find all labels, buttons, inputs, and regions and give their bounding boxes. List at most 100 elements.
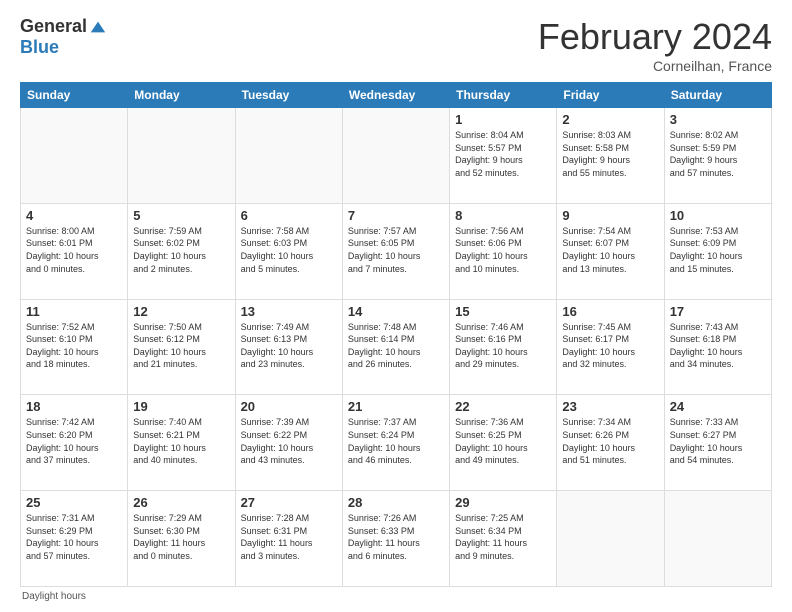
day-number: 13	[241, 304, 337, 319]
location: Corneilhan, France	[538, 58, 772, 74]
calendar-cell: 11 Sunrise: 7:52 AM Sunset: 6:10 PM Dayli…	[21, 299, 128, 395]
day-info: Sunrise: 7:26 AM Sunset: 6:33 PM Dayligh…	[348, 512, 444, 562]
calendar-cell: 14 Sunrise: 7:48 AM Sunset: 6:14 PM Dayli…	[342, 299, 449, 395]
calendar-cell: 22 Sunrise: 7:36 AM Sunset: 6:25 PM Dayli…	[450, 395, 557, 491]
calendar-header-row: SundayMondayTuesdayWednesdayThursdayFrid…	[21, 83, 772, 108]
calendar-cell: 15 Sunrise: 7:46 AM Sunset: 6:16 PM Dayli…	[450, 299, 557, 395]
calendar-week-row: 4Sunrise: 8:00 AM Sunset: 6:01 PM Daylig…	[21, 203, 772, 299]
day-info: Sunrise: 7:43 AM Sunset: 6:18 PM Dayligh…	[670, 321, 766, 371]
day-info: Sunrise: 7:25 AM Sunset: 6:34 PM Dayligh…	[455, 512, 551, 562]
header: General Blue February 2024 Corneilhan, F…	[20, 16, 772, 74]
day-info: Sunrise: 7:59 AM Sunset: 6:02 PM Dayligh…	[133, 225, 229, 275]
day-number: 29	[455, 495, 551, 510]
calendar-cell	[557, 491, 664, 587]
day-number: 1	[455, 112, 551, 127]
calendar-cell	[235, 108, 342, 204]
day-info: Sunrise: 7:49 AM Sunset: 6:13 PM Dayligh…	[241, 321, 337, 371]
calendar-cell: 27 Sunrise: 7:28 AM Sunset: 6:31 PM Dayli…	[235, 491, 342, 587]
day-number: 27	[241, 495, 337, 510]
calendar-day-header: Monday	[128, 83, 235, 108]
page: General Blue February 2024 Corneilhan, F…	[0, 0, 792, 612]
calendar-cell: 8 Sunrise: 7:56 AM Sunset: 6:06 PM Daylig…	[450, 203, 557, 299]
day-number: 3	[670, 112, 766, 127]
calendar-cell: 3Sunrise: 8:02 AM Sunset: 5:59 PM Daylig…	[664, 108, 771, 204]
calendar-cell: 12 Sunrise: 7:50 AM Sunset: 6:12 PM Dayli…	[128, 299, 235, 395]
calendar-cell: 18 Sunrise: 7:42 AM Sunset: 6:20 PM Dayli…	[21, 395, 128, 491]
calendar-cell: 4Sunrise: 8:00 AM Sunset: 6:01 PM Daylig…	[21, 203, 128, 299]
day-number: 22	[455, 399, 551, 414]
day-number: 19	[133, 399, 229, 414]
day-number: 21	[348, 399, 444, 414]
day-number: 16	[562, 304, 658, 319]
logo-general-text: General	[20, 16, 87, 37]
day-info: Sunrise: 7:52 AM Sunset: 6:10 PM Dayligh…	[26, 321, 122, 371]
day-number: 18	[26, 399, 122, 414]
calendar-cell: 20Sunrise: 7:39 AM Sunset: 6:22 PM Dayli…	[235, 395, 342, 491]
calendar-cell: 21 Sunrise: 7:37 AM Sunset: 6:24 PM Dayli…	[342, 395, 449, 491]
calendar-cell	[342, 108, 449, 204]
calendar-cell: 2 Sunrise: 8:03 AM Sunset: 5:58 PM Daylig…	[557, 108, 664, 204]
calendar-day-header: Thursday	[450, 83, 557, 108]
day-info: Sunrise: 7:37 AM Sunset: 6:24 PM Dayligh…	[348, 416, 444, 466]
day-info: Sunrise: 8:03 AM Sunset: 5:58 PM Dayligh…	[562, 129, 658, 179]
day-info: Sunrise: 7:50 AM Sunset: 6:12 PM Dayligh…	[133, 321, 229, 371]
header-right: February 2024 Corneilhan, France	[538, 16, 772, 74]
day-number: 8	[455, 208, 551, 223]
day-info: Sunrise: 7:58 AM Sunset: 6:03 PM Dayligh…	[241, 225, 337, 275]
calendar-cell: 26 Sunrise: 7:29 AM Sunset: 6:30 PM Dayli…	[128, 491, 235, 587]
calendar-cell: 23 Sunrise: 7:34 AM Sunset: 6:26 PM Dayli…	[557, 395, 664, 491]
day-number: 6	[241, 208, 337, 223]
calendar-cell: 10Sunrise: 7:53 AM Sunset: 6:09 PM Dayli…	[664, 203, 771, 299]
calendar-week-row: 11 Sunrise: 7:52 AM Sunset: 6:10 PM Dayli…	[21, 299, 772, 395]
day-info: Sunrise: 7:34 AM Sunset: 6:26 PM Dayligh…	[562, 416, 658, 466]
day-info: Sunrise: 7:45 AM Sunset: 6:17 PM Dayligh…	[562, 321, 658, 371]
day-number: 2	[562, 112, 658, 127]
day-info: Sunrise: 7:48 AM Sunset: 6:14 PM Dayligh…	[348, 321, 444, 371]
calendar-cell: 5 Sunrise: 7:59 AM Sunset: 6:02 PM Daylig…	[128, 203, 235, 299]
day-number: 14	[348, 304, 444, 319]
calendar-cell: 28 Sunrise: 7:26 AM Sunset: 6:33 PM Dayli…	[342, 491, 449, 587]
calendar-week-row: 1 Sunrise: 8:04 AM Sunset: 5:57 PM Daylig…	[21, 108, 772, 204]
day-number: 11	[26, 304, 122, 319]
day-number: 5	[133, 208, 229, 223]
calendar-cell: 25 Sunrise: 7:31 AM Sunset: 6:29 PM Dayli…	[21, 491, 128, 587]
logo: General Blue	[20, 16, 107, 58]
day-info: Sunrise: 7:36 AM Sunset: 6:25 PM Dayligh…	[455, 416, 551, 466]
calendar-week-row: 18 Sunrise: 7:42 AM Sunset: 6:20 PM Dayli…	[21, 395, 772, 491]
calendar-cell: 6 Sunrise: 7:58 AM Sunset: 6:03 PM Daylig…	[235, 203, 342, 299]
day-info: Sunrise: 7:40 AM Sunset: 6:21 PM Dayligh…	[133, 416, 229, 466]
calendar-cell: 16 Sunrise: 7:45 AM Sunset: 6:17 PM Dayli…	[557, 299, 664, 395]
day-info: Sunrise: 7:56 AM Sunset: 6:06 PM Dayligh…	[455, 225, 551, 275]
day-info: Sunrise: 7:28 AM Sunset: 6:31 PM Dayligh…	[241, 512, 337, 562]
day-info: Sunrise: 8:00 AM Sunset: 6:01 PM Dayligh…	[26, 225, 122, 275]
day-info: Sunrise: 7:42 AM Sunset: 6:20 PM Dayligh…	[26, 416, 122, 466]
calendar-cell: 9 Sunrise: 7:54 AM Sunset: 6:07 PM Daylig…	[557, 203, 664, 299]
day-info: Sunrise: 7:57 AM Sunset: 6:05 PM Dayligh…	[348, 225, 444, 275]
calendar-day-header: Wednesday	[342, 83, 449, 108]
daylight-label: Daylight hours	[22, 591, 86, 602]
day-number: 10	[670, 208, 766, 223]
day-number: 28	[348, 495, 444, 510]
day-info: Sunrise: 7:29 AM Sunset: 6:30 PM Dayligh…	[133, 512, 229, 562]
day-info: Sunrise: 7:54 AM Sunset: 6:07 PM Dayligh…	[562, 225, 658, 275]
calendar-cell	[664, 491, 771, 587]
logo-text: General	[20, 16, 107, 37]
day-number: 26	[133, 495, 229, 510]
day-number: 12	[133, 304, 229, 319]
calendar-cell: 7Sunrise: 7:57 AM Sunset: 6:05 PM Daylig…	[342, 203, 449, 299]
day-number: 24	[670, 399, 766, 414]
calendar-week-row: 25 Sunrise: 7:31 AM Sunset: 6:29 PM Dayli…	[21, 491, 772, 587]
day-number: 23	[562, 399, 658, 414]
day-info: Sunrise: 7:31 AM Sunset: 6:29 PM Dayligh…	[26, 512, 122, 562]
calendar-cell	[21, 108, 128, 204]
day-number: 17	[670, 304, 766, 319]
calendar-cell: 1 Sunrise: 8:04 AM Sunset: 5:57 PM Daylig…	[450, 108, 557, 204]
logo-icon	[89, 18, 107, 36]
calendar-cell	[128, 108, 235, 204]
day-number: 9	[562, 208, 658, 223]
day-number: 15	[455, 304, 551, 319]
day-info: Sunrise: 7:46 AM Sunset: 6:16 PM Dayligh…	[455, 321, 551, 371]
day-info: Sunrise: 8:04 AM Sunset: 5:57 PM Dayligh…	[455, 129, 551, 179]
day-number: 25	[26, 495, 122, 510]
logo-blue-text: Blue	[20, 37, 59, 58]
